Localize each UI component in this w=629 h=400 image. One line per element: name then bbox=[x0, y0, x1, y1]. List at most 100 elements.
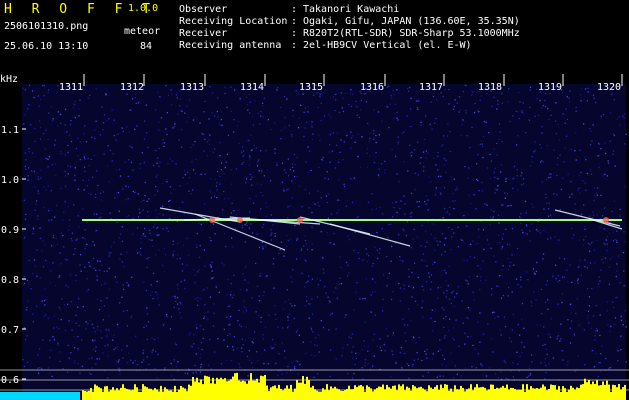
noise-speck bbox=[286, 98, 288, 100]
noise-speck bbox=[280, 241, 282, 243]
noise-speck bbox=[410, 319, 412, 322]
noise-speck bbox=[550, 173, 552, 175]
noise-speck bbox=[262, 338, 265, 340]
noise-speck bbox=[463, 215, 465, 217]
noise-speck bbox=[235, 213, 238, 216]
noise-speck bbox=[174, 295, 176, 298]
noise-speck bbox=[100, 216, 102, 218]
noise-speck bbox=[410, 216, 412, 218]
noise-speck bbox=[199, 367, 202, 369]
noise-speck bbox=[462, 322, 464, 324]
noise-speck bbox=[85, 84, 88, 86]
noise-speck bbox=[535, 270, 538, 273]
noise-speck bbox=[88, 261, 90, 264]
noise-speck bbox=[82, 208, 84, 210]
noise-speck bbox=[549, 92, 551, 95]
noise-speck bbox=[105, 94, 107, 96]
noise-speck bbox=[287, 317, 289, 319]
noise-speck bbox=[509, 261, 512, 264]
noise-speck bbox=[316, 202, 319, 204]
noise-speck bbox=[329, 242, 331, 244]
noise-speck bbox=[251, 115, 254, 118]
noise-speck bbox=[118, 302, 121, 304]
noise-speck bbox=[448, 318, 451, 320]
noise-speck bbox=[364, 321, 366, 323]
noise-speck bbox=[618, 345, 620, 347]
noise-speck bbox=[327, 178, 329, 180]
noise-speck bbox=[69, 274, 72, 276]
noise-speck bbox=[445, 280, 447, 282]
noise-speck bbox=[109, 212, 111, 214]
noise-speck bbox=[82, 179, 84, 181]
noise-speck bbox=[203, 249, 205, 251]
activity-column bbox=[246, 383, 248, 400]
noise-speck bbox=[351, 333, 353, 335]
noise-speck bbox=[138, 252, 140, 254]
noise-speck bbox=[613, 134, 616, 137]
noise-speck bbox=[503, 192, 506, 194]
noise-speck bbox=[539, 144, 541, 146]
noise-speck bbox=[378, 176, 380, 178]
freq-tick-label: 0.6 bbox=[1, 375, 19, 386]
noise-speck bbox=[249, 197, 251, 200]
noise-speck bbox=[109, 149, 112, 151]
noise-speck bbox=[166, 314, 168, 316]
noise-speck bbox=[101, 106, 103, 109]
noise-speck bbox=[548, 177, 550, 179]
noise-speck bbox=[540, 147, 542, 149]
noise-speck bbox=[130, 316, 132, 319]
activity-column bbox=[270, 387, 272, 400]
noise-speck bbox=[348, 336, 350, 338]
noise-speck bbox=[49, 339, 51, 341]
noise-speck bbox=[421, 300, 424, 302]
noise-speck bbox=[107, 145, 109, 147]
noise-speck bbox=[154, 109, 157, 111]
noise-speck bbox=[194, 281, 196, 284]
noise-speck bbox=[162, 228, 164, 230]
noise-speck bbox=[561, 301, 563, 304]
noise-speck bbox=[149, 232, 151, 234]
noise-speck bbox=[106, 270, 108, 272]
noise-speck bbox=[275, 318, 277, 320]
activity-column bbox=[542, 384, 544, 400]
noise-speck bbox=[158, 213, 160, 215]
noise-speck bbox=[181, 270, 184, 272]
noise-speck bbox=[135, 102, 137, 104]
noise-speck bbox=[620, 335, 622, 337]
noise-speck bbox=[330, 213, 333, 215]
noise-speck bbox=[421, 224, 423, 227]
noise-speck bbox=[95, 193, 97, 195]
noise-speck bbox=[186, 105, 188, 107]
noise-speck bbox=[95, 363, 97, 365]
noise-speck bbox=[50, 190, 52, 192]
activity-column bbox=[150, 388, 152, 400]
noise-speck bbox=[464, 84, 466, 86]
noise-speck bbox=[144, 181, 146, 183]
noise-speck bbox=[209, 338, 211, 341]
noise-speck bbox=[560, 338, 562, 340]
noise-speck bbox=[174, 123, 176, 125]
noise-speck bbox=[172, 127, 174, 129]
noise-speck bbox=[200, 325, 202, 327]
noise-speck bbox=[338, 283, 340, 285]
noise-speck bbox=[201, 290, 204, 292]
noise-speck bbox=[577, 278, 579, 280]
noise-speck bbox=[191, 189, 194, 191]
activity-column bbox=[358, 385, 360, 400]
noise-speck bbox=[141, 361, 143, 363]
noise-speck bbox=[324, 286, 326, 288]
noise-speck bbox=[265, 244, 267, 246]
noise-speck bbox=[137, 102, 139, 104]
noise-speck bbox=[53, 315, 55, 317]
noise-speck bbox=[558, 239, 560, 241]
noise-speck bbox=[623, 113, 625, 115]
noise-speck bbox=[121, 261, 123, 263]
noise-speck bbox=[612, 133, 615, 135]
noise-speck bbox=[601, 258, 603, 261]
noise-speck bbox=[611, 256, 614, 259]
noise-speck bbox=[395, 201, 397, 203]
noise-speck bbox=[408, 87, 411, 89]
noise-speck bbox=[617, 350, 619, 352]
activity-column bbox=[320, 391, 322, 400]
noise-speck bbox=[302, 93, 304, 95]
